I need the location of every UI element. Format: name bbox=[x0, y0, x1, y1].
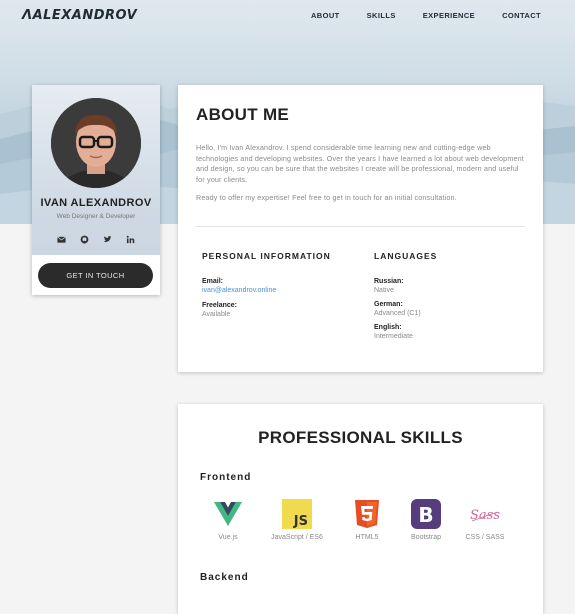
section-divider bbox=[196, 226, 525, 227]
logo-text: ALEXANDROV bbox=[32, 8, 138, 23]
nav-contact[interactable]: CONTACT bbox=[502, 11, 541, 20]
svg-text:B: B bbox=[418, 503, 433, 527]
language-label: Russian: bbox=[374, 278, 404, 285]
language-row: Russian: Native bbox=[374, 277, 404, 295]
twitter-icon[interactable] bbox=[103, 231, 112, 243]
skill-item: HTML5 bbox=[337, 498, 397, 541]
skill-label: JavaScript / ES6 bbox=[271, 534, 323, 541]
nav-experience[interactable]: EXPERIENCE bbox=[423, 11, 475, 20]
avatar bbox=[51, 98, 141, 188]
main-nav: ABOUT SKILLS EXPERIENCE CONTACT bbox=[284, 11, 541, 20]
skill-item: JS JavaScript / ES6 bbox=[267, 498, 327, 541]
skill-label: Bootstrap bbox=[411, 534, 441, 541]
language-level: Advanced (C1) bbox=[374, 310, 421, 317]
vue-icon bbox=[212, 498, 244, 530]
skill-item: Vue.js bbox=[198, 498, 258, 541]
email-label: Email: bbox=[202, 278, 224, 285]
javascript-icon: JS bbox=[281, 498, 313, 530]
language-level: Intermediate bbox=[374, 333, 413, 340]
skills-title: PROFESSIONAL SKILLS bbox=[258, 428, 463, 447]
top-navigation-bar: ΛALEXANDROV ABOUT SKILLS EXPERIENCE CONT… bbox=[0, 0, 575, 32]
freelance-label: Freelance: bbox=[202, 302, 238, 309]
language-row: German: Advanced (C1) bbox=[374, 300, 421, 318]
profile-card: IVAN ALEXANDROV Web Designer & Developer… bbox=[32, 85, 160, 295]
freelance-row: Freelance: Available bbox=[202, 301, 237, 319]
bootstrap-icon: B bbox=[410, 498, 442, 530]
language-label: German: bbox=[374, 301, 403, 308]
skill-item: Sass CSS / SASS bbox=[455, 498, 515, 541]
linkedin-icon[interactable] bbox=[126, 231, 135, 244]
social-links bbox=[32, 231, 160, 244]
freelance-value: Available bbox=[202, 311, 231, 318]
svg-text:JS: JS bbox=[293, 514, 308, 529]
professional-skills-card: PROFESSIONAL SKILLS Frontend Vue.js JS J… bbox=[178, 404, 543, 614]
languages-title: LANGUAGES bbox=[374, 251, 438, 261]
language-level: Native bbox=[374, 287, 394, 294]
get-in-touch-button[interactable]: GET IN TOUCH bbox=[38, 263, 153, 288]
envelope-icon[interactable] bbox=[57, 231, 66, 243]
profile-role: Web Designer & Developer bbox=[56, 213, 136, 220]
sass-icon: Sass bbox=[469, 498, 501, 530]
nav-about[interactable]: ABOUT bbox=[311, 11, 340, 20]
nav-skills[interactable]: SKILLS bbox=[367, 11, 396, 20]
email-row: Email: ivan@alexandrov.online bbox=[202, 277, 276, 295]
site-logo[interactable]: ΛALEXANDROV bbox=[22, 8, 137, 23]
html5-icon bbox=[351, 498, 383, 530]
language-label: English: bbox=[374, 324, 402, 331]
svg-text:Sass: Sass bbox=[470, 508, 500, 523]
frontend-category-label: Frontend bbox=[200, 472, 252, 483]
skill-label: Vue.js bbox=[218, 534, 238, 541]
about-paragraph-1: Hello, I'm Ivan Alexandrov. I spend cons… bbox=[196, 143, 524, 184]
personal-info-title: PERSONAL INFORMATION bbox=[202, 251, 331, 261]
skill-label: HTML5 bbox=[355, 534, 379, 541]
logo-a-mark: Λ bbox=[22, 8, 33, 23]
language-row: English: Intermediate bbox=[374, 323, 413, 341]
about-paragraph-2: Ready to offer my expertise! Feel free t… bbox=[196, 193, 457, 202]
about-me-card: ABOUT ME Hello, I'm Ivan Alexandrov. I s… bbox=[178, 85, 543, 372]
skill-label: CSS / SASS bbox=[465, 534, 505, 541]
about-title: ABOUT ME bbox=[196, 105, 290, 124]
skill-item: B Bootstrap bbox=[396, 498, 456, 541]
profile-name: IVAN ALEXANDROV bbox=[40, 197, 152, 209]
github-icon[interactable] bbox=[80, 231, 89, 244]
email-link[interactable]: ivan@alexandrov.online bbox=[202, 286, 276, 295]
backend-category-label: Backend bbox=[200, 572, 249, 583]
